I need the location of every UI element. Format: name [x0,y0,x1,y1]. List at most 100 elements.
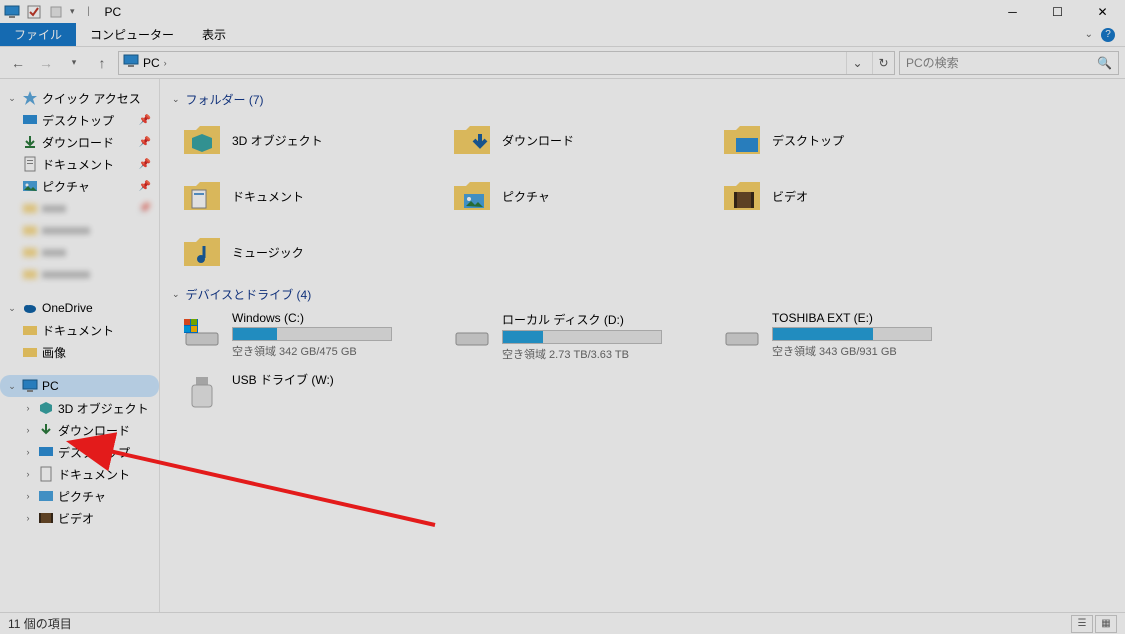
back-button[interactable]: ← [6,51,30,75]
folder-3d-objects[interactable]: 3D オブジェクト [180,114,440,166]
item-label: ピクチャ [502,188,550,205]
expand-icon[interactable]: ⌄ [6,303,18,314]
expand-icon[interactable]: › [22,403,34,413]
close-button[interactable]: ✕ [1080,0,1125,23]
sidebar-item-label: xxxx [42,201,66,215]
tab-view[interactable]: 表示 [188,23,240,46]
sidebar-pc-pictures[interactable]: › ピクチャ [0,485,159,507]
breadcrumb-label: PC [143,56,160,70]
sidebar-item-label: ピクチャ [42,178,90,195]
sidebar-pc-3d[interactable]: › 3D オブジェクト [0,397,159,419]
sidebar-documents[interactable]: ドキュメント 📌 [0,153,159,175]
maximize-button[interactable]: ☐ [1035,0,1080,23]
qat-dropdown-icon[interactable] [48,4,64,20]
group-devices-header[interactable]: ⌄ デバイスとドライブ (4) [172,286,1119,303]
desktop-icon [38,444,54,460]
chevron-down-icon[interactable]: ⌄ [172,94,180,105]
search-icon[interactable]: 🔍 [1097,56,1112,70]
chevron-down-icon[interactable]: ⌄ [172,289,180,300]
qat-chevron-down-icon[interactable]: ▾ [70,6,75,17]
forward-button[interactable]: → [34,51,58,75]
sidebar-item-label: 3D オブジェクト [58,400,149,417]
group-folders-header[interactable]: ⌄ フォルダー (7) [172,91,1119,108]
folder-videos[interactable]: ビデオ [720,170,980,222]
folder-downloads[interactable]: ダウンロード [450,114,710,166]
sidebar-item-label: xxxxxxxx [42,267,90,281]
picture-icon [38,488,54,504]
sidebar-item-label: xxxxxxxx [42,223,90,237]
folder-icon [722,120,762,160]
up-button[interactable]: ↑ [90,51,114,75]
sidebar-blurred-item[interactable]: xxxxxxxx [0,219,159,241]
sidebar-pc-documents[interactable]: › ドキュメント [0,463,159,485]
sidebar-item-label: OneDrive [42,301,93,315]
sidebar-desktop[interactable]: デスクトップ 📌 [0,109,159,131]
folder-pictures[interactable]: ピクチャ [450,170,710,222]
view-large-button[interactable]: ▦ [1095,615,1117,633]
sidebar-pictures[interactable]: ピクチャ 📌 [0,175,159,197]
expand-icon[interactable]: › [22,491,34,501]
help-icon[interactable]: ? [1101,28,1115,42]
folder-desktop[interactable]: デスクトップ [720,114,980,166]
sidebar-blurred-item[interactable]: xxxx [0,241,159,263]
sidebar-od-images[interactable]: 画像 [0,341,159,363]
drive-w[interactable]: USB ドライブ (W:) [180,369,440,425]
address-dropdown-icon[interactable]: ⌄ [846,52,868,74]
address-bar[interactable]: PC › ⌄ ↻ [118,51,895,75]
star-icon [22,90,38,106]
sidebar-pc-downloads[interactable]: › ダウンロード [0,419,159,441]
drive-icon [452,311,492,351]
chevron-right-icon[interactable]: › [164,58,167,68]
sidebar-downloads[interactable]: ダウンロード 📌 [0,131,159,153]
drive-d[interactable]: ローカル ディスク (D:) 空き領域 2.73 TB/3.63 TB [450,309,710,365]
tab-file[interactable]: ファイル [0,23,76,46]
sidebar-quick-access[interactable]: ⌄ クイック アクセス [0,87,159,109]
expand-icon[interactable]: › [22,425,34,435]
refresh-button[interactable]: ↻ [872,52,894,74]
drive-name: USB ドライブ (W:) [232,371,334,388]
breadcrumb-pc[interactable]: PC › [143,56,167,70]
sidebar-item-label: xxxx [42,245,66,259]
sidebar-item-label: ビデオ [58,510,94,527]
pin-icon: 📌 [139,159,151,170]
item-label: ミュージック [232,244,304,261]
folder-icon [182,120,222,160]
sidebar-blurred-item[interactable]: xxxx 📌 [0,197,159,219]
drive-name: ローカル ディスク (D:) [502,311,662,328]
tab-computer[interactable]: コンピューター [76,23,188,46]
sidebar-pc-videos[interactable]: › ビデオ [0,507,159,529]
pin-icon: 📌 [139,137,151,148]
drive-free-label: 空き領域 342 GB/475 GB [232,343,392,359]
view-details-button[interactable]: ☰ [1071,615,1093,633]
folder-documents[interactable]: ドキュメント [180,170,440,222]
capacity-bar [772,327,932,341]
recent-dropdown-icon[interactable]: ▾ [62,51,86,75]
sidebar-pc-desktop[interactable]: › デスクトップ [0,441,159,463]
minimize-button[interactable]: ─ [990,0,1035,23]
capacity-bar [502,330,662,344]
expand-icon[interactable]: › [22,447,34,457]
document-icon [22,156,38,172]
sidebar-pc[interactable]: ⌄ PC [0,375,159,397]
sidebar-onedrive[interactable]: ⌄ OneDrive [0,297,159,319]
drive-e[interactable]: TOSHIBA EXT (E:) 空き領域 343 GB/931 GB [720,309,980,365]
ribbon-tabs: ファイル コンピューター 表示 ⌄ ? [0,23,1125,47]
expand-icon[interactable]: › [22,513,34,523]
search-input[interactable]: PCの検索 🔍 [899,51,1119,75]
folder-icon [22,322,38,338]
pc-icon [22,378,38,394]
drive-c[interactable]: Windows (C:) 空き領域 342 GB/475 GB [180,309,440,365]
sidebar-blurred-item[interactable]: xxxxxxxx [0,263,159,285]
qat-properties-icon[interactable] [26,4,42,20]
group-label: フォルダー (7) [186,91,264,108]
folder-icon [22,200,38,216]
drive-free-label: 空き領域 2.73 TB/3.63 TB [502,346,662,362]
expand-icon[interactable]: › [22,469,34,479]
folder-music[interactable]: ミュージック [180,226,440,278]
sidebar-od-documents[interactable]: ドキュメント [0,319,159,341]
folder-icon [722,176,762,216]
expand-icon[interactable]: ⌄ [6,381,18,392]
expand-icon[interactable]: ⌄ [6,93,18,104]
ribbon-chevron-down-icon[interactable]: ⌄ [1085,29,1093,40]
capacity-bar [232,327,392,341]
